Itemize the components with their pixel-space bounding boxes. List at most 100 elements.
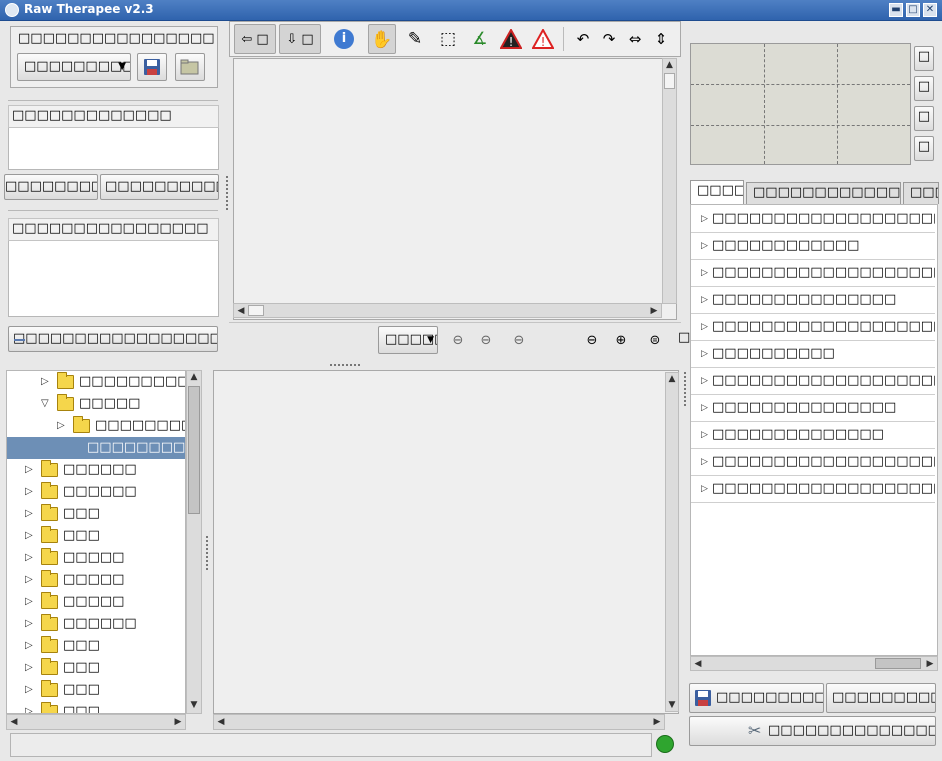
expander-closed-icon[interactable]: ▷ [701, 260, 708, 286]
scroll-right-icon[interactable]: ▶ [172, 716, 184, 728]
tool-section[interactable]: ▷ □□□□□□□□□□□□□□□□□□□ [691, 206, 935, 233]
save-image-button[interactable]: □□□□□□□□□□□□□ [689, 683, 824, 713]
save-profile-button[interactable] [137, 53, 167, 81]
tree-row[interactable]: □□□□□□□□□ [7, 437, 185, 459]
zoom-button-1[interactable]: ⊖ [446, 330, 470, 352]
section1-button-b[interactable]: □□□□□□□□□□□□□□ [100, 174, 219, 200]
expander-closed-icon[interactable]: ▷ [25, 591, 33, 613]
scroll-up-icon[interactable]: ▲ [187, 371, 201, 385]
tree-row[interactable]: ▷ □□□□□ [7, 547, 185, 569]
warning-light-button[interactable]: ! [529, 24, 557, 54]
tool-section[interactable]: ▷ □□□□□□□□□□□□□□□□□□□□□□□□□□□□□□□□□□□ [691, 449, 935, 476]
resize-grip[interactable] [206, 536, 209, 570]
expander-closed-icon[interactable]: ▷ [25, 503, 33, 525]
expander-closed-icon[interactable]: ▷ [701, 314, 708, 340]
browser-hscrollbar[interactable]: ◀ ▶ [213, 714, 665, 730]
expander-closed-icon[interactable]: ▷ [25, 701, 33, 713]
section1-button-a[interactable]: □□□□□□□□□□□ [4, 174, 98, 200]
tree-row[interactable]: ▷ □□□□□ [7, 591, 185, 613]
prev-image-button[interactable]: ⇦ □ [234, 24, 276, 54]
expander-closed-icon[interactable]: ▷ [701, 395, 708, 421]
expander-closed-icon[interactable]: ▷ [25, 569, 33, 591]
tree-row[interactable]: ▷ □□□ [7, 525, 185, 547]
tree-row[interactable]: ▷ □□□□□□ [7, 459, 185, 481]
scroll-right-icon[interactable]: ▶ [924, 658, 936, 670]
tool-section[interactable]: ▷ □□□□□□□□□□□□ [691, 233, 935, 260]
zoom-select[interactable]: □□□□□□ ▼ [378, 326, 438, 354]
tool-section[interactable]: ▷ □□□□□□□□□□□□□□□□□□□□□□□□□□□□□□□□ [691, 314, 935, 341]
tree-row[interactable]: ▷ □□□□□□ [7, 613, 185, 635]
resize-grip[interactable] [330, 364, 360, 367]
zoom-fit-button[interactable]: ⊜ [643, 330, 667, 352]
folder-tree[interactable]: ▷□□□□□□□□□□▽□□□□□▷□□□□□□□□□□□□□□□□□□▷□□□… [6, 370, 186, 714]
flip-horizontal-button[interactable]: ⇔ [623, 24, 647, 54]
tree-row[interactable]: ▷ □□□□□ [7, 569, 185, 591]
hand-tool-button[interactable]: ✋ [368, 24, 396, 54]
expander-closed-icon[interactable]: ▷ [701, 341, 708, 367]
tree-row[interactable]: ▷ □□□□□□ [7, 481, 185, 503]
zoom-out-button[interactable]: ⊖ [580, 330, 604, 352]
scroll-up-icon[interactable]: ▲ [663, 59, 676, 71]
scroll-thumb[interactable] [664, 73, 675, 89]
expander-closed-icon[interactable]: ▷ [25, 657, 33, 679]
scroll-right-icon[interactable]: ▶ [648, 305, 660, 317]
tool-section[interactable]: ▷ □□□□□□□□□□□□□□□ [691, 287, 935, 314]
scroll-down-icon[interactable]: ▼ [187, 699, 201, 713]
flip-vertical-button[interactable]: ⇕ [649, 24, 673, 54]
scroll-thumb[interactable] [875, 658, 921, 669]
tree-vscrollbar[interactable]: ▲ ▼ [186, 370, 202, 714]
tab-0[interactable]: □□□□ [690, 180, 744, 204]
expander-open-icon[interactable]: ▽ [41, 393, 49, 415]
tool-section[interactable]: ▷ □□□□□□□□□□□□□□□ [691, 395, 935, 422]
tree-row[interactable]: ▷ □□□ [7, 503, 185, 525]
zoom-in-button[interactable]: ⊕ [609, 330, 633, 352]
scroll-left-icon[interactable]: ◀ [692, 658, 704, 670]
straighten-button[interactable]: ∡ [466, 24, 494, 54]
resize-grip[interactable] [684, 372, 687, 406]
profile-select[interactable]: □□□□□□□□□ ▼ [17, 53, 131, 81]
expander-closed-icon[interactable]: ▷ [701, 287, 708, 313]
side-button-3[interactable]: □ [914, 106, 934, 131]
tree-row[interactable]: ▷ □□□□□□□□□□ [7, 371, 185, 393]
scroll-thumb[interactable] [188, 386, 200, 514]
zoom-button-3[interactable]: ⊖ [507, 330, 531, 352]
expander-closed-icon[interactable]: ▷ [701, 206, 708, 232]
rotate-ccw-button[interactable]: ↶ [571, 24, 595, 54]
tool-list[interactable]: ▷ □□□□□□□□□□□□□□□□□□□ ▷ □□□□□□□□□□□□ ▷ □□□□□□… [690, 204, 938, 656]
scroll-left-icon[interactable]: ◀ [235, 305, 247, 317]
scroll-left-icon[interactable]: ◀ [8, 716, 20, 728]
rotate-cw-button[interactable]: ↷ [597, 24, 621, 54]
crop-button[interactable]: ⬚ [434, 24, 462, 54]
minimize-icon[interactable]: ▬ [889, 3, 903, 17]
tree-row[interactable]: ▷ □□□□□□□□□ [7, 415, 185, 437]
expander-closed-icon[interactable]: ▷ [701, 422, 708, 448]
expander-closed-icon[interactable]: ▷ [701, 368, 708, 394]
next-image-button[interactable]: ⇩ □ [279, 24, 321, 54]
expander-closed-icon[interactable]: ▷ [25, 481, 33, 503]
scroll-up-icon[interactable]: ▲ [666, 373, 678, 385]
image-preview[interactable] [233, 58, 677, 320]
tree-row[interactable]: ▽ □□□□□ [7, 393, 185, 415]
expander-closed-icon[interactable]: ▷ [57, 415, 65, 437]
preview-hscrollbar[interactable]: ◀ ▶ [233, 303, 662, 318]
side-button-2[interactable]: □ [914, 76, 934, 101]
expander-closed-icon[interactable]: ▷ [25, 459, 33, 481]
scroll-left-icon[interactable]: ◀ [215, 716, 227, 728]
expander-closed-icon[interactable]: ▷ [701, 449, 708, 475]
zoom-button-2[interactable]: ⊖ [474, 330, 498, 352]
warning-dark-button[interactable]: ! [497, 24, 525, 54]
expander-closed-icon[interactable]: ▷ [25, 679, 33, 701]
left-bottom-bar[interactable]: □□□□□□□□□□□□□□□□□□□□□□□□□□□□□□□□□□□□□□□□… [8, 326, 218, 352]
tree-row[interactable]: ▷ □□□ [7, 679, 185, 701]
tool-section[interactable]: ▷ □□□□□□□□□□ [691, 341, 935, 368]
tree-row[interactable]: ▷ □□□ [7, 701, 185, 713]
tree-row[interactable]: ▷ □□□ [7, 657, 185, 679]
expander-closed-icon[interactable]: ▷ [25, 635, 33, 657]
preview-vscrollbar[interactable]: ▲ [662, 58, 677, 304]
close-icon[interactable]: ✕ [923, 3, 937, 17]
open-profile-button[interactable] [175, 53, 205, 81]
process-button[interactable]: ✂ □□□□□□□□□□□□□□□ [689, 716, 936, 746]
expander-closed-icon[interactable]: ▷ [25, 525, 33, 547]
tree-row[interactable]: ▷ □□□ [7, 635, 185, 657]
section1-list[interactable] [8, 128, 219, 170]
